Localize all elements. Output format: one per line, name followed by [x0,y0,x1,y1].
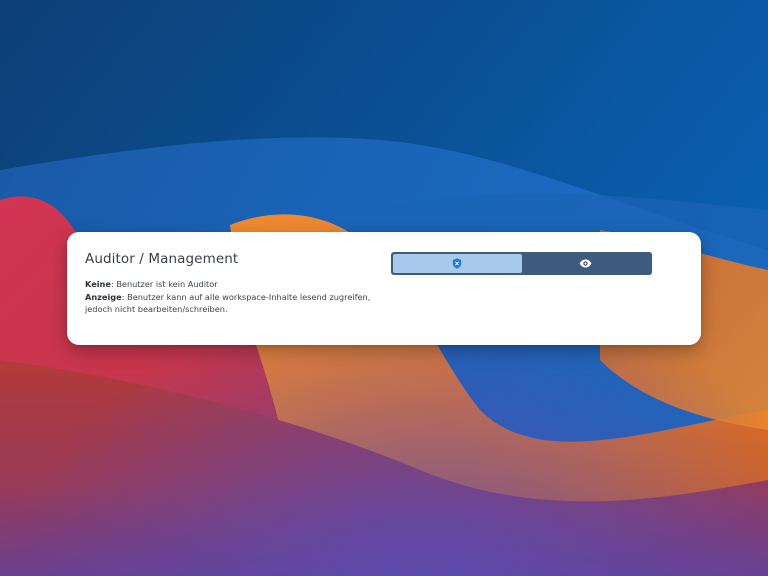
auditor-management-card: Auditor / Management Keine: Benutzer ist… [67,232,701,345]
card-title: Auditor / Management [85,251,239,267]
option-view-line-continued: jedoch nicht bearbeiten/schreiben. [85,303,385,316]
eye-icon [579,259,592,268]
option-view-description: : Benutzer kann auf alle workspace-Inhal… [121,291,371,302]
option-none-term: Keine [85,279,111,289]
option-view-description-continued: jedoch nicht bearbeiten/schreiben. [85,304,228,314]
segment-none[interactable] [393,254,522,273]
option-none-description: : Benutzer ist kein Auditor [110,279,218,289]
option-view-line: Anzeige: Benutzer kann auf alle workspac… [85,291,385,304]
auditor-mode-toggle [391,252,652,275]
shield-icon [453,258,462,269]
segment-view[interactable] [522,254,651,273]
option-descriptions: Keine: Benutzer ist kein Auditor Anzeige… [85,278,385,316]
option-view-term: Anzeige [85,291,122,302]
option-none-line: Keine: Benutzer ist kein Auditor [85,278,385,291]
